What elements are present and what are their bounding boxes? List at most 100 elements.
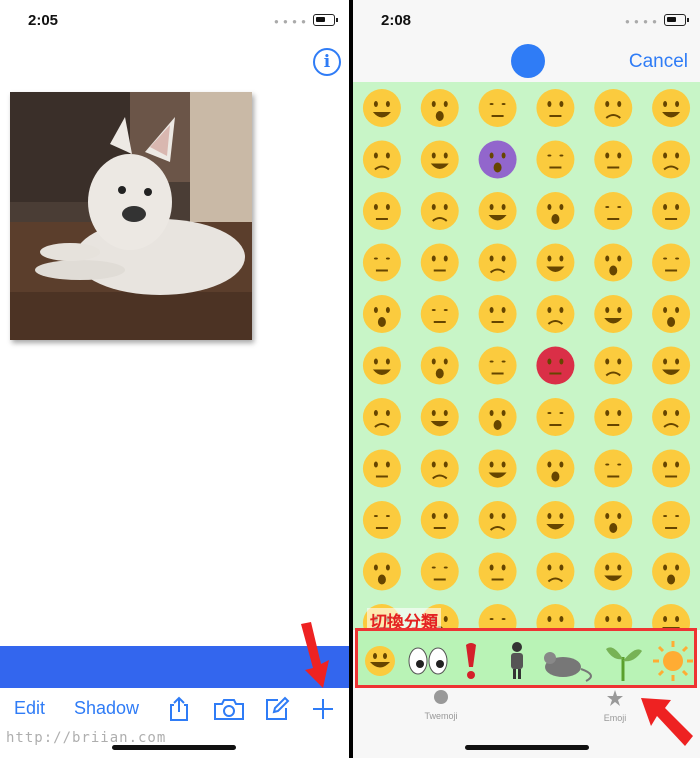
emoji-cell[interactable]	[652, 295, 691, 333]
emoji-cell[interactable]	[420, 89, 459, 127]
emoji-cell[interactable]	[536, 552, 575, 591]
cancel-button[interactable]: Cancel	[629, 51, 688, 73]
emoji-cell[interactable]	[478, 449, 517, 488]
emoji-cell[interactable]	[536, 501, 575, 539]
emoji-cell[interactable]	[594, 449, 633, 488]
emoji-grid[interactable]	[353, 82, 700, 630]
emoji-cell[interactable]	[420, 140, 459, 179]
emoji-cell[interactable]	[420, 243, 459, 282]
emoji-cell[interactable]	[536, 449, 575, 488]
emoji-cell[interactable]	[652, 449, 691, 488]
signal-icon: ● ● ● ●	[274, 17, 307, 26]
emoji-cell[interactable]	[478, 604, 517, 630]
emoji-cell[interactable]	[536, 192, 575, 230]
category-bar	[355, 628, 697, 688]
emoji-cell[interactable]	[594, 501, 633, 539]
emoji-cell[interactable]	[478, 552, 517, 591]
emoji-cell[interactable]	[478, 140, 517, 179]
emoji-cell[interactable]	[652, 346, 691, 385]
emoji-cell[interactable]	[420, 501, 459, 539]
emoji-cell[interactable]	[478, 346, 517, 385]
bottom-toolbar: Edit Shadow	[0, 688, 349, 728]
battery-icon	[664, 14, 689, 26]
emoji-cell[interactable]	[478, 295, 517, 333]
emoji-cell[interactable]	[362, 140, 401, 179]
home-indicator	[465, 745, 589, 750]
emoji-cell[interactable]	[594, 192, 633, 230]
emoji-cell[interactable]	[420, 398, 459, 436]
emoji-cell[interactable]	[478, 192, 517, 230]
emoji-cell[interactable]	[594, 295, 633, 333]
category-smiley-icon[interactable]	[365, 646, 395, 676]
emoji-cell[interactable]	[536, 89, 575, 127]
category-person-icon[interactable]	[511, 642, 523, 679]
tab-twemoji[interactable]: Twemoji	[401, 690, 481, 721]
emoji-cell[interactable]	[652, 243, 691, 282]
right-phone-screen: 2:08 ● ● ● ● Cancel 切換分類 Twemoji Emoji	[353, 0, 700, 758]
emoji-cell[interactable]	[420, 449, 459, 488]
battery-icon	[313, 14, 338, 26]
emoji-cell[interactable]	[420, 346, 459, 385]
emoji-cell[interactable]	[362, 89, 401, 127]
category-sun-icon[interactable]	[653, 641, 693, 681]
share-icon[interactable]	[166, 696, 192, 722]
compose-icon[interactable]	[264, 696, 290, 722]
emoji-cell[interactable]	[362, 346, 401, 385]
emoji-cell[interactable]	[536, 398, 575, 436]
emoji-cell[interactable]	[536, 604, 575, 630]
emoji-cell[interactable]	[536, 295, 575, 333]
category-exclamation-icon[interactable]	[466, 643, 476, 679]
emoji-cell[interactable]	[594, 89, 633, 127]
camera-icon[interactable]	[213, 696, 245, 722]
add-icon[interactable]	[310, 696, 336, 722]
picker-header: Cancel	[353, 40, 700, 82]
tab-twemoji-label: Twemoji	[424, 711, 458, 721]
emoji-cell[interactable]	[594, 140, 633, 179]
emoji-cell[interactable]	[594, 552, 633, 591]
emoji-cell[interactable]	[536, 243, 575, 282]
emoji-cell[interactable]	[536, 346, 575, 385]
emoji-cell[interactable]	[652, 552, 691, 591]
category-icons	[365, 641, 693, 682]
emoji-cell[interactable]	[362, 501, 401, 539]
emoji-cell[interactable]	[536, 140, 575, 179]
signal-icon: ● ● ● ●	[625, 17, 658, 26]
emoji-cell[interactable]	[478, 89, 517, 127]
status-time: 2:08	[381, 12, 412, 29]
emoji-cell[interactable]	[362, 243, 401, 282]
status-time: 2:05	[28, 12, 59, 29]
emoji-cell[interactable]	[420, 552, 459, 591]
emoji-cell[interactable]	[478, 501, 517, 539]
watermark: http://briian.com	[6, 730, 167, 746]
emoji-cell[interactable]	[478, 398, 517, 436]
emoji-cell[interactable]	[362, 398, 401, 436]
shadow-button[interactable]: Shadow	[74, 698, 139, 719]
dog-photo[interactable]	[10, 92, 252, 340]
emoji-cell[interactable]	[420, 192, 459, 230]
emoji-cell[interactable]	[478, 243, 517, 282]
emoji-cell[interactable]	[652, 398, 691, 436]
selected-color-swatch[interactable]	[511, 44, 545, 78]
emoji-cell[interactable]	[652, 140, 691, 179]
edit-button[interactable]: Edit	[14, 698, 45, 719]
emoji-cell[interactable]	[362, 192, 401, 230]
emoji-cell[interactable]	[594, 604, 633, 630]
emoji-cell[interactable]	[594, 346, 633, 385]
category-mouse-icon[interactable]	[544, 652, 592, 682]
emoji-cell[interactable]	[652, 89, 691, 127]
category-plant-icon[interactable]	[606, 647, 642, 681]
emoji-cell[interactable]	[420, 295, 459, 333]
emoji-cell[interactable]	[652, 192, 691, 230]
emoji-cell[interactable]	[594, 243, 633, 282]
status-bar: 2:05 ● ● ● ●	[0, 0, 349, 40]
category-eyes-icon[interactable]	[408, 647, 448, 675]
emoji-grid-canvas[interactable]	[353, 82, 700, 630]
emoji-cell[interactable]	[652, 501, 691, 539]
info-button[interactable]: i	[313, 48, 341, 76]
emoji-cell[interactable]	[362, 552, 401, 591]
emoji-cell[interactable]	[652, 604, 691, 630]
emoji-cell[interactable]	[594, 398, 633, 436]
emoji-cell[interactable]	[362, 449, 401, 488]
red-arrow-icon	[641, 698, 693, 746]
emoji-cell[interactable]	[362, 295, 401, 333]
